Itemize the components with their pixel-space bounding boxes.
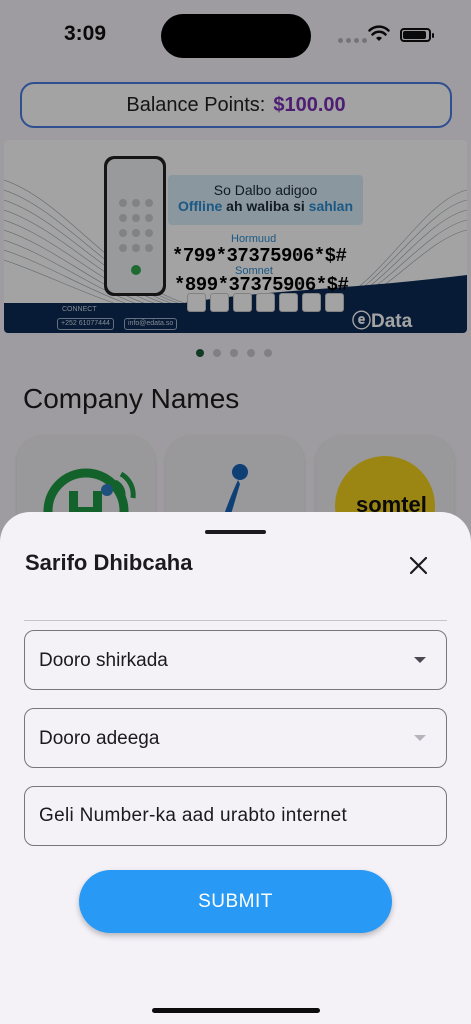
service-select-value: Dooro adeega — [39, 728, 160, 749]
home-indicator — [152, 1008, 320, 1013]
bottom-sheet: Sarifo Dhibcaha Dooro shirkada Dooro ade… — [0, 512, 471, 1024]
close-icon — [409, 556, 428, 575]
number-field[interactable] — [24, 786, 447, 846]
sheet-title: Sarifo Dhibcaha — [25, 550, 193, 575]
submit-button[interactable]: SUBMIT — [79, 870, 392, 933]
service-select[interactable]: Dooro adeega — [24, 708, 447, 768]
chevron-down-icon — [414, 735, 426, 741]
close-button[interactable] — [402, 549, 434, 581]
drag-handle[interactable] — [205, 530, 266, 534]
chevron-down-icon — [414, 657, 426, 663]
company-select[interactable]: Dooro shirkada — [24, 630, 447, 690]
number-input[interactable] — [25, 787, 446, 845]
divider — [24, 620, 447, 621]
company-select-value: Dooro shirkada — [39, 650, 168, 671]
